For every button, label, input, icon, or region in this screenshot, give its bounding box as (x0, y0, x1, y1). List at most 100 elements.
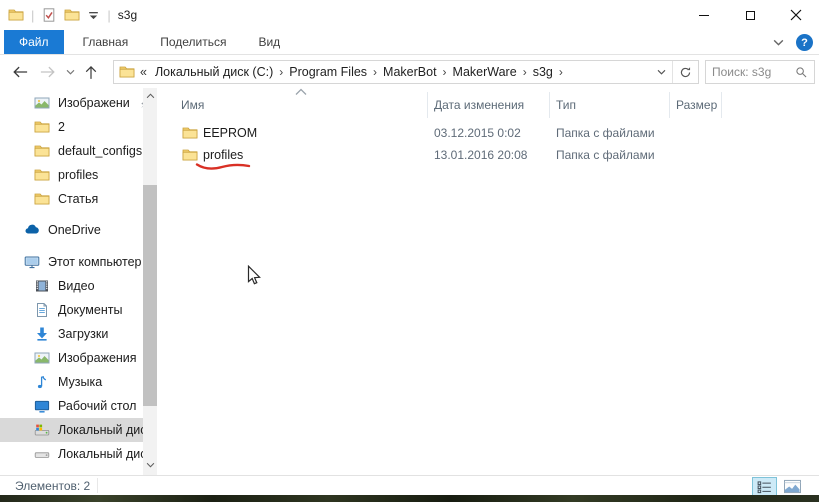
file-modified: 13.01.2016 20:08 (434, 148, 528, 162)
recent-locations-button[interactable] (62, 69, 78, 76)
sidebar-item-Статья[interactable]: Статья (0, 187, 143, 211)
scrollbar-thumb[interactable] (143, 185, 157, 406)
drive-icon (34, 446, 50, 462)
breadcrumb-segment[interactable]: Program Files (284, 65, 372, 79)
sidebar-item-label: 2 (58, 120, 65, 134)
breadcrumb-segment[interactable]: Локальный диск (C:) (150, 65, 278, 79)
sidebar-item-label: Изображения (58, 351, 137, 365)
sidebar-item-Загрузки[interactable]: Загрузки (0, 322, 143, 346)
navigation-bar: « Локальный диск (C:) › Program Files › Make… (0, 56, 819, 88)
scroll-down-button[interactable] (143, 458, 157, 472)
column-header-Дата изменения[interactable]: Дата изменения (428, 92, 550, 118)
scroll-up-button[interactable] (143, 89, 157, 103)
search-box[interactable] (705, 60, 815, 84)
details-view-button[interactable] (752, 477, 777, 496)
window-title: s3g (117, 8, 138, 22)
video-icon (34, 278, 50, 294)
column-header-Размер[interactable]: Размер (670, 92, 722, 118)
thumbnails-view-button[interactable] (780, 477, 805, 496)
sidebar-item-profiles[interactable]: profiles (0, 163, 143, 187)
minimize-button[interactable] (681, 0, 727, 30)
sidebar-item-Видео[interactable]: Видео (0, 274, 143, 298)
file-name-cell[interactable]: profiles (175, 147, 428, 170)
properties-check-icon[interactable] (41, 7, 57, 23)
close-button[interactable] (773, 0, 819, 30)
navigation-pane: Изображени 2 default_configs profiles Статья… (0, 88, 160, 475)
address-dropdown-button[interactable] (650, 61, 672, 83)
forward-button[interactable] (34, 64, 62, 80)
ribbon-collapse-icon[interactable] (772, 36, 785, 49)
ribbon-tab-bar: Файл Главная Поделиться Вид ? (0, 30, 819, 55)
sidebar-item-default_configs[interactable]: default_configs (0, 139, 143, 163)
app-folder-icon (8, 7, 24, 23)
file-type: Папка с файлами (556, 126, 655, 140)
sidebar-item-Изображения[interactable]: Изображения (0, 346, 143, 370)
status-bar: Элементов: 2 (0, 475, 819, 496)
scroll-down-icon (146, 462, 154, 468)
file-name-cell[interactable]: EEPROM (175, 125, 428, 141)
titlebar: | | s3g (0, 0, 819, 30)
sidebar-item-Локальный дис[interactable]: Локальный дис (0, 442, 143, 466)
sidebar-item-Рабочий стол[interactable]: Рабочий стол (0, 394, 143, 418)
address-bar[interactable]: « Локальный диск (C:) › Program Files › Make… (113, 60, 699, 84)
folder-icon (34, 143, 50, 159)
computer-icon (24, 254, 40, 270)
close-icon (790, 9, 802, 21)
address-chevron-icon (657, 69, 665, 75)
sidebar-item-label: Статья (58, 192, 99, 206)
picture-icon (34, 95, 50, 111)
sidebar-item-OneDrive[interactable]: OneDrive (0, 218, 143, 242)
sidebar-item-Этот компьютер[interactable]: Этот компьютер (0, 250, 143, 274)
folder-icon (34, 119, 50, 135)
tab-Файл[interactable]: Файл (4, 30, 64, 54)
folder-icon (34, 167, 50, 183)
table-row[interactable]: profiles 13.01.2016 20:08 Папка с файлами (175, 144, 819, 170)
back-button[interactable] (6, 64, 34, 80)
sidebar-item-Локальный дис[interactable]: Локальный дис (0, 418, 143, 442)
sidebar-item-label: profiles (58, 168, 99, 182)
up-button[interactable] (78, 64, 104, 81)
tab-Главная[interactable]: Главная (70, 30, 142, 54)
table-row[interactable]: EEPROM 03.12.2015 0:02 Папка с файлами (175, 122, 819, 144)
picture-icon (34, 350, 50, 366)
sort-ascending-icon[interactable] (294, 88, 308, 96)
file-rows: EEPROM 03.12.2015 0:02 Папка с файлами prof… (175, 122, 819, 170)
items-count: Элементов: 2 (15, 479, 91, 493)
breadcrumb-separator-icon[interactable]: › (558, 65, 564, 79)
ribbon-tabs: Файл Главная Поделиться Вид (0, 30, 293, 54)
sidebar-item-label: Локальный дис (58, 447, 143, 461)
sidebar-item-label: default_configs (58, 144, 143, 158)
refresh-icon (680, 66, 691, 77)
qat-customize-icon[interactable] (87, 9, 100, 22)
tab-Вид[interactable]: Вид (245, 30, 293, 54)
thumbnails-view-icon (784, 479, 801, 494)
folder-icon (182, 125, 198, 141)
status-divider (97, 478, 98, 493)
breadcrumb-segment[interactable]: MakerBot (378, 65, 442, 79)
sidebar-scrollbar[interactable] (143, 88, 157, 475)
history-chevron-icon (66, 69, 74, 75)
sidebar-item-Документы[interactable]: Документы (0, 298, 143, 322)
sidebar-item-label: Локальный дис (58, 423, 143, 437)
search-input[interactable] (706, 65, 795, 79)
sidebar-item-2[interactable]: 2 (0, 115, 143, 139)
file-name: profiles (203, 148, 244, 162)
breadcrumb-overflow[interactable]: « (135, 65, 150, 79)
red-annotation-underline (195, 163, 251, 170)
folder-icon (34, 191, 50, 207)
sidebar-item-Изображени[interactable]: Изображени (0, 91, 143, 115)
breadcrumb-segment[interactable]: MakerWare (448, 65, 522, 79)
help-button[interactable]: ? (796, 34, 813, 51)
up-icon (85, 65, 97, 79)
tab-Поделиться[interactable]: Поделиться (147, 30, 239, 54)
search-icon[interactable] (795, 66, 808, 79)
column-header-Тип[interactable]: Тип (550, 92, 670, 118)
sidebar-item-Музыка[interactable]: Музыка (0, 370, 143, 394)
new-folder-icon[interactable] (64, 7, 80, 23)
sidebar-item-label: Изображени (58, 96, 130, 110)
breadcrumb-segment[interactable]: s3g (528, 65, 558, 79)
file-name: EEPROM (203, 126, 258, 140)
maximize-button[interactable] (727, 0, 773, 30)
refresh-button[interactable] (672, 61, 698, 83)
